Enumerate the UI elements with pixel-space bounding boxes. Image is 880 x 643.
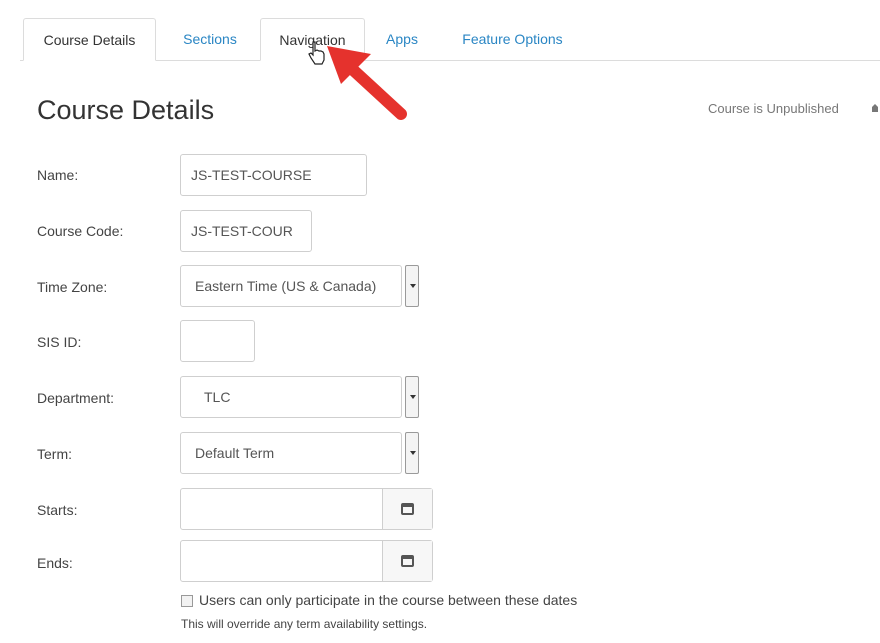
restrict-dates-checkbox[interactable] bbox=[181, 595, 193, 607]
calendar-icon bbox=[401, 503, 414, 515]
tab-course-details[interactable]: Course Details bbox=[23, 18, 156, 61]
ends-calendar-button[interactable] bbox=[382, 541, 432, 581]
page-title: Course Details bbox=[37, 95, 215, 125]
red-arrow-annotation bbox=[327, 46, 407, 120]
course-code-label: Course Code: bbox=[37, 223, 124, 239]
pointer-cursor-icon bbox=[308, 41, 325, 65]
starts-label: Starts: bbox=[37, 502, 78, 518]
time-zone-dropdown-icon[interactable] bbox=[405, 265, 419, 307]
cloud-icon bbox=[872, 104, 878, 112]
term-dropdown-icon[interactable] bbox=[405, 432, 419, 474]
time-zone-label: Time Zone: bbox=[37, 279, 108, 295]
override-note: This will override any term availability… bbox=[181, 617, 428, 631]
tab-feature-options[interactable]: Feature Options bbox=[450, 18, 575, 60]
time-zone-select[interactable]: Eastern Time (US & Canada) bbox=[180, 265, 402, 307]
name-input[interactable]: JS-TEST-COURSE bbox=[180, 154, 367, 196]
tab-sections[interactable]: Sections bbox=[170, 18, 250, 60]
department-label: Department: bbox=[37, 390, 115, 406]
sis-id-input[interactable] bbox=[180, 320, 255, 362]
publish-status: Course is Unpublished bbox=[708, 101, 839, 116]
name-label: Name: bbox=[37, 167, 79, 183]
term-select[interactable]: Default Term bbox=[180, 432, 402, 474]
term-label: Term: bbox=[37, 446, 72, 462]
ends-label: Ends: bbox=[37, 555, 73, 571]
restrict-dates-label[interactable]: Users can only participate in the course… bbox=[199, 592, 577, 608]
calendar-icon bbox=[401, 555, 414, 567]
starts-calendar-button[interactable] bbox=[382, 489, 432, 529]
course-code-input[interactable]: JS-TEST-COUR bbox=[180, 210, 312, 252]
department-dropdown-icon[interactable] bbox=[405, 376, 419, 418]
tab-bar: Course Details Sections Navigation Apps … bbox=[20, 18, 880, 61]
department-select[interactable]: TLC bbox=[180, 376, 402, 418]
sis-id-label: SIS ID: bbox=[37, 334, 82, 350]
